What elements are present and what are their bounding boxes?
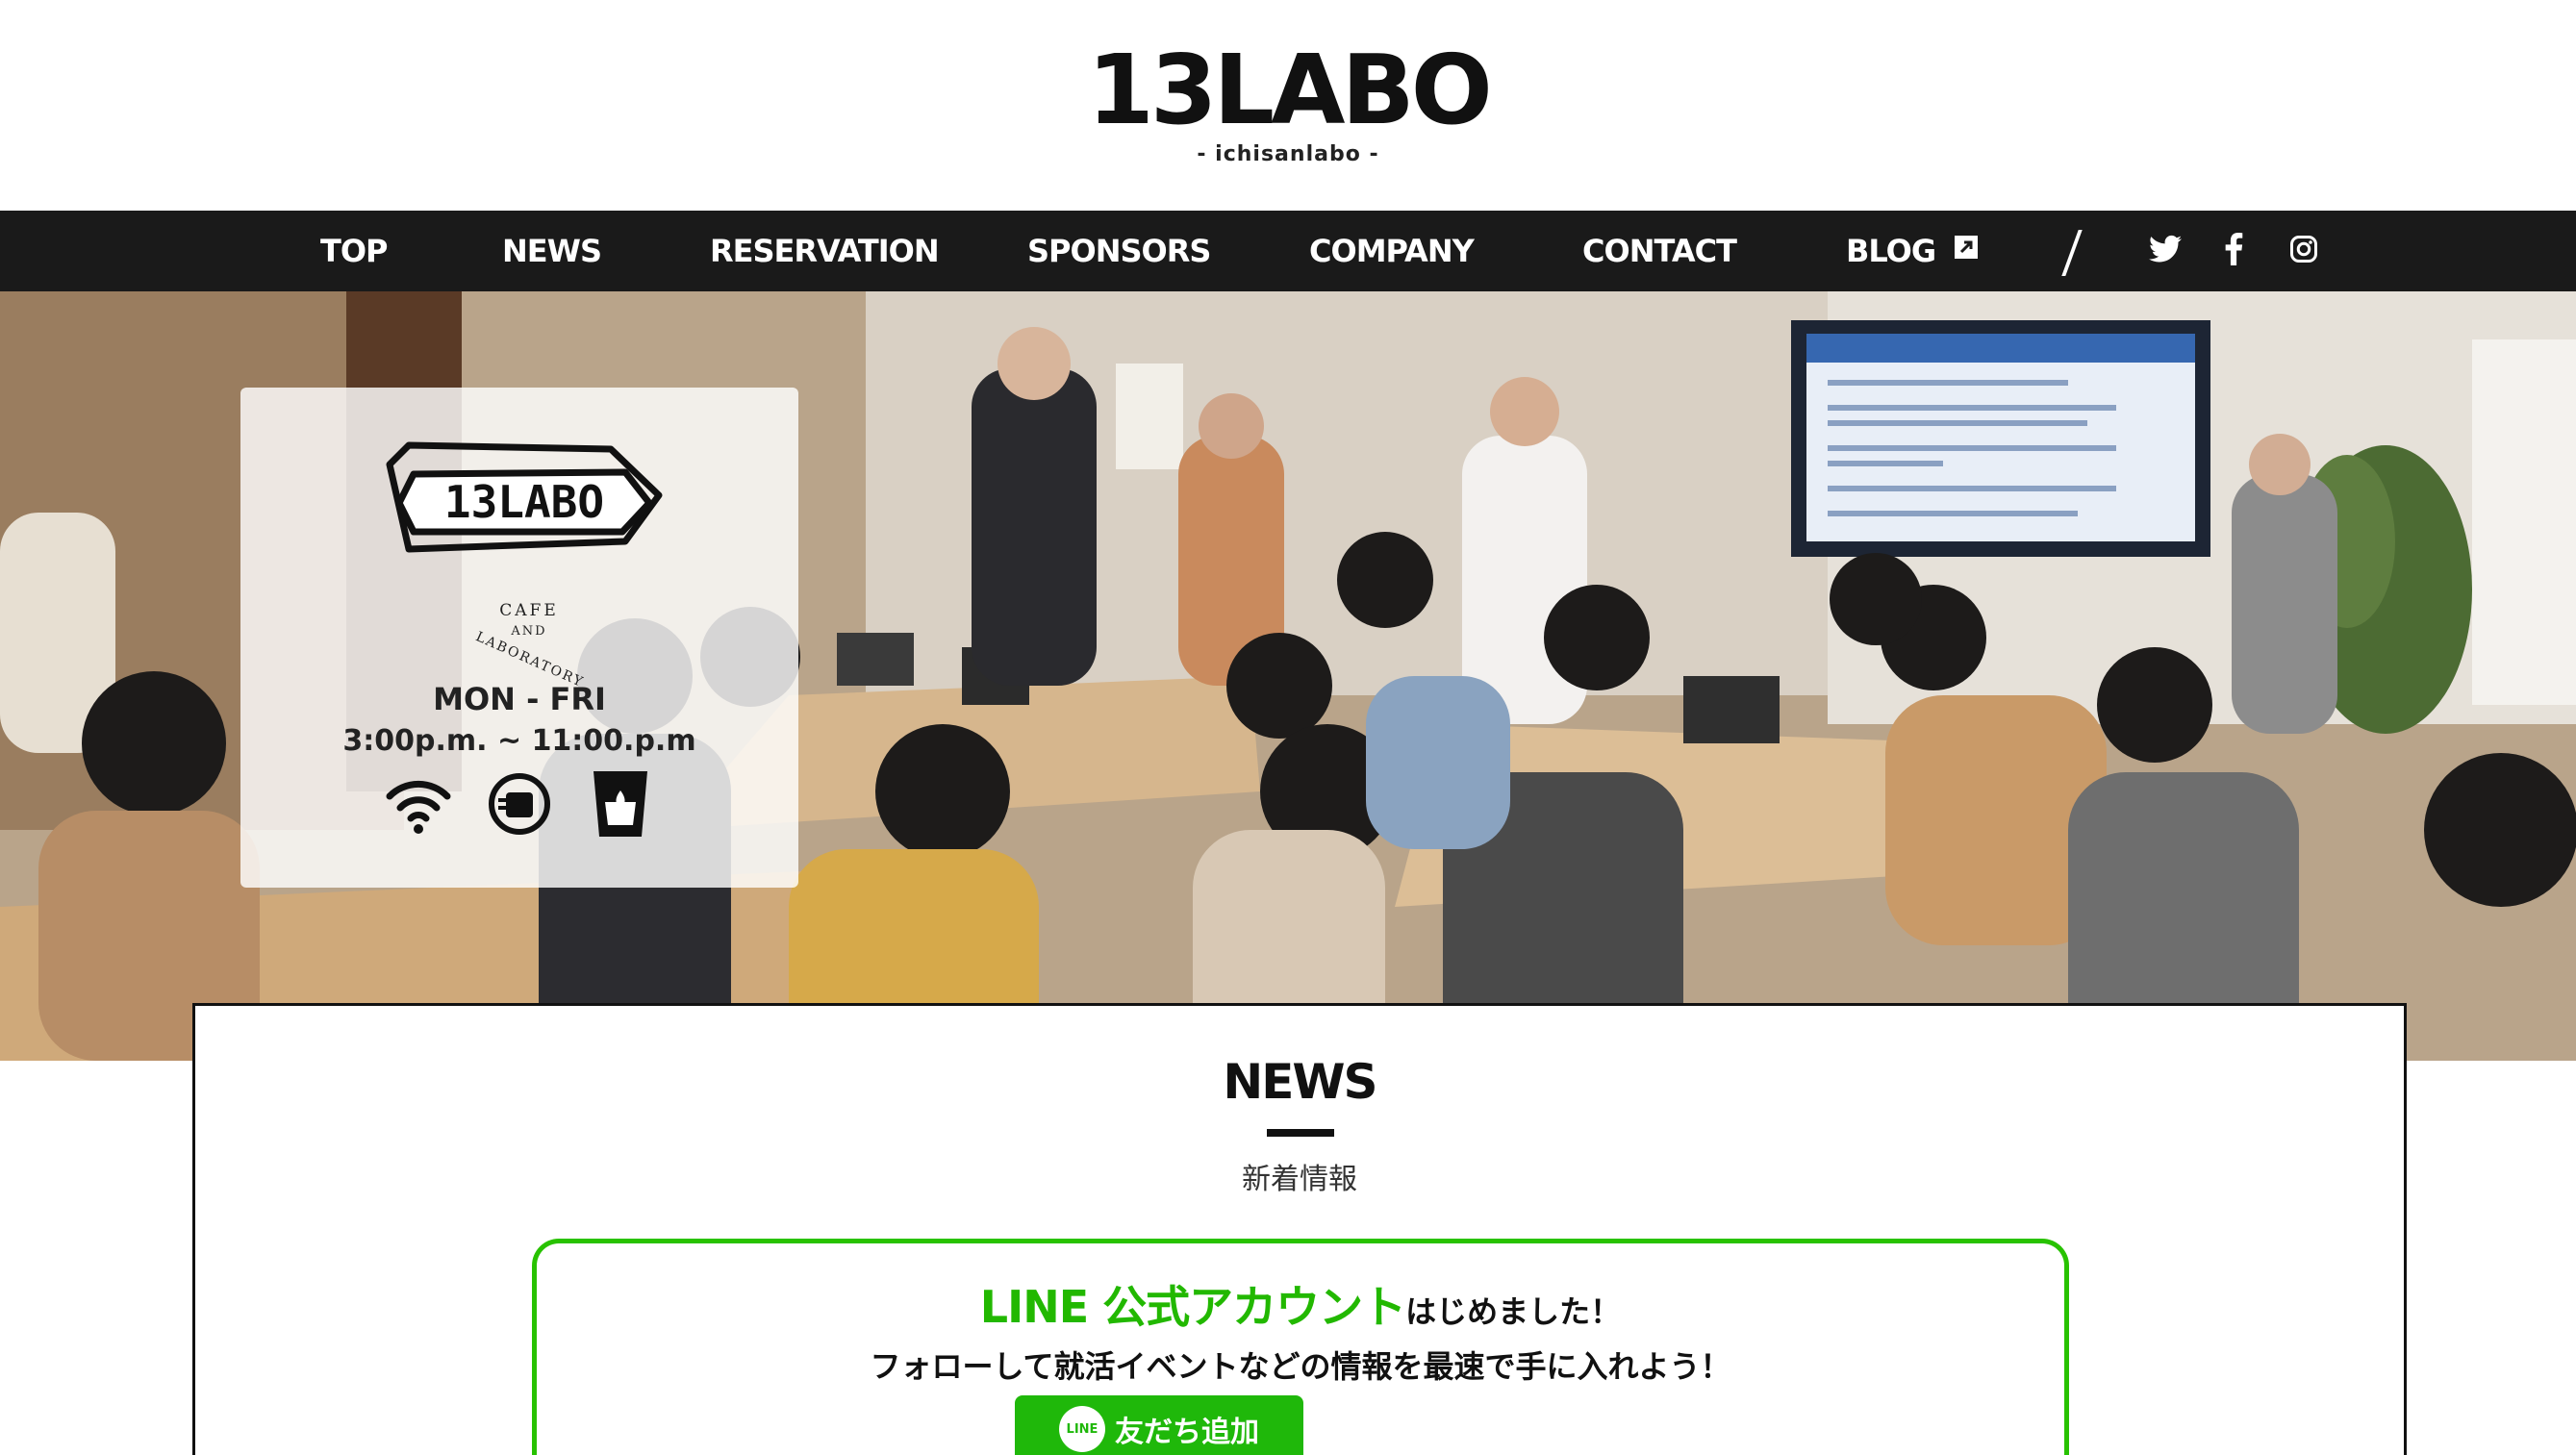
card-cafe-line: CAFE xyxy=(499,601,559,620)
line-official-account-label: LINE 公式アカウント xyxy=(979,1281,1406,1333)
main-nav: TOP NEWS RESERVATION SPONSORS COMPANY CO… xyxy=(0,211,2576,291)
nav-item-blog[interactable]: BLOG xyxy=(1846,211,1980,291)
nav-label: NEWS xyxy=(502,233,602,269)
open-hours: 3:00p.m. ~ 11:00.p.m xyxy=(342,724,696,758)
open-days: MON - FRI xyxy=(433,681,606,717)
card-logo-text: 13LABO xyxy=(444,476,604,528)
nav-label: COMPANY xyxy=(1309,233,1475,269)
logo-wordmark: 13LABO xyxy=(1087,34,1493,146)
nav-item-reservation[interactable]: RESERVATION xyxy=(710,211,940,291)
external-link-icon xyxy=(1953,210,1980,290)
hero-banner: 13LABO CAFE AND LABORATORY MON - FRI 3:0… xyxy=(0,291,2576,1061)
site-header: 13LABO - ichisanlabo - xyxy=(0,0,2576,211)
nav-item-sponsors[interactable]: SPONSORS xyxy=(1027,211,1211,291)
instagram-icon[interactable] xyxy=(2285,230,2323,268)
logo-tagline: - ichisanlabo - xyxy=(1197,142,1379,166)
nav-label: SPONSORS xyxy=(1027,233,1211,269)
wifi-icon xyxy=(386,780,451,834)
amenity-icons xyxy=(385,770,654,838)
site-logo[interactable]: 13LABO - ichisanlabo - xyxy=(0,34,2576,167)
nav-item-contact[interactable]: CONTACT xyxy=(1582,211,1737,291)
news-section: NEWS 新着情報 LINE 公式アカウントはじめました！ フォローして就活イベ… xyxy=(192,1003,2407,1455)
nav-label: BLOG xyxy=(1846,233,1936,269)
line-badge-label: LINE xyxy=(1066,1421,1099,1437)
twitter-icon[interactable] xyxy=(2146,230,2185,268)
add-friend-label: 友だち追加 xyxy=(1115,1416,1259,1449)
line-icon: LINE xyxy=(1059,1406,1105,1452)
cup-icon xyxy=(593,771,647,837)
drink-icon xyxy=(489,773,550,835)
line-promo-heading-rest: はじめました！ xyxy=(1405,1293,1622,1330)
nav-item-company[interactable]: COMPANY xyxy=(1309,211,1475,291)
nav-label: RESERVATION xyxy=(710,233,940,269)
nav-item-top[interactable]: TOP xyxy=(320,211,388,291)
cafe-logo: 13LABO xyxy=(370,436,669,584)
news-heading: NEWS xyxy=(1223,1054,1377,1110)
line-promo-description: フォローして就活イベントなどの情報を最速で手に入れよう！ xyxy=(870,1348,1731,1385)
nav-item-news[interactable]: NEWS xyxy=(502,211,602,291)
news-subheading: 新着情報 xyxy=(1242,1163,1357,1196)
nav-label: CONTACT xyxy=(1582,233,1737,269)
card-and-line: AND xyxy=(510,624,546,639)
line-promo-heading: LINE 公式アカウントはじめました！ xyxy=(537,1272,2064,1336)
news-heading-underline xyxy=(1267,1129,1334,1137)
nav-divider xyxy=(2061,230,2083,276)
cafe-info-card: 13LABO CAFE AND LABORATORY MON - FRI 3:0… xyxy=(240,388,798,888)
facebook-icon[interactable] xyxy=(2214,230,2253,268)
add-friend-button[interactable]: LINE 友だち追加 xyxy=(1015,1395,1303,1455)
nav-label: TOP xyxy=(320,233,388,269)
